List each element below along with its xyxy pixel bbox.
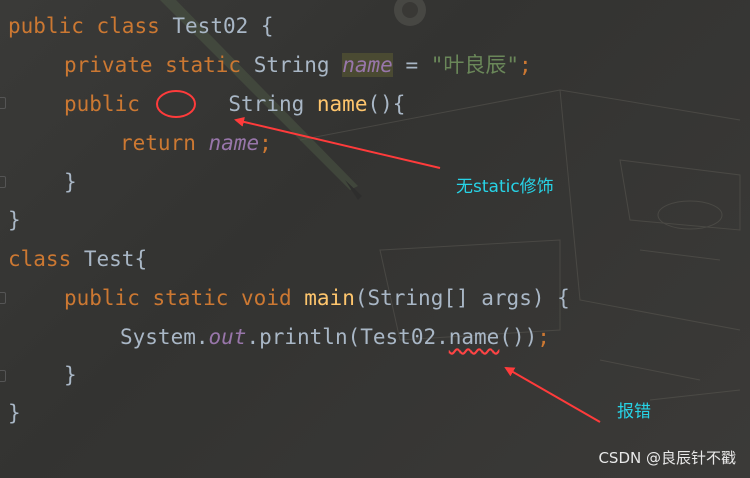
method-name: name [316,92,368,116]
code-line-8[interactable]: public static void main(String[] args) { [64,284,570,312]
keyword: class [8,247,72,271]
semicolon: ; [259,131,272,155]
string-literal: "叶良辰" [430,53,520,77]
field-name: out [208,325,247,349]
brace: } [8,401,21,425]
brace: } [8,208,21,232]
class-name: Test{ [83,247,148,271]
keyword: static [152,286,229,310]
annotation-missing-static: 无static修饰 [456,177,554,197]
keyword: return [120,131,196,155]
code-line-4[interactable]: return name; [120,129,272,157]
keyword: public [8,14,84,38]
annotation-error: 报错 [617,402,651,422]
brace: } [64,170,77,194]
keyword: static [165,53,242,77]
code-line-11[interactable]: } [8,399,21,427]
keyword: public [64,92,140,116]
watermark: CSDN @良辰针不戳 [598,449,736,467]
fold-marker[interactable] [0,292,6,304]
error-method-call[interactable]: name [449,325,500,349]
type-name: String [228,92,305,116]
keyword: void [241,286,292,310]
code-line-7[interactable]: class Test{ [8,245,147,273]
class-name: Test02 [172,14,249,38]
code-line-1[interactable]: public class Test02 { [8,12,274,40]
keyword: public [64,286,140,310]
method-signature: (String[] args) { [354,286,570,310]
code-text: ()) [499,325,538,349]
fold-marker[interactable] [0,176,6,188]
code-line-6[interactable]: } [8,206,21,234]
operator: = [405,53,419,77]
method-paren: (){ [367,92,406,116]
type-name: String [253,53,330,77]
fold-marker[interactable] [0,370,6,382]
code-editor[interactable]: public class Test02 { private static Str… [0,0,750,478]
code-line-10[interactable]: } [64,361,77,389]
field-name: name [208,131,260,155]
keyword: class [96,14,160,38]
semicolon: ; [537,325,550,349]
method-name: main [304,286,355,310]
field-name: name [342,53,393,77]
code-line-3[interactable]: public String name(){ [64,90,405,118]
code-line-9[interactable]: System.out.println(Test02.name()); [120,323,550,351]
keyword: private [64,53,153,77]
brace: { [260,14,274,38]
fold-marker[interactable] [0,97,6,109]
code-line-5[interactable]: } [64,168,77,196]
code-line-2[interactable]: private static String name = "叶良辰"; [64,51,532,79]
semicolon: ; [519,53,532,77]
code-text: .println(Test02. [246,325,449,349]
code-text: System. [120,325,209,349]
brace: } [64,363,77,387]
